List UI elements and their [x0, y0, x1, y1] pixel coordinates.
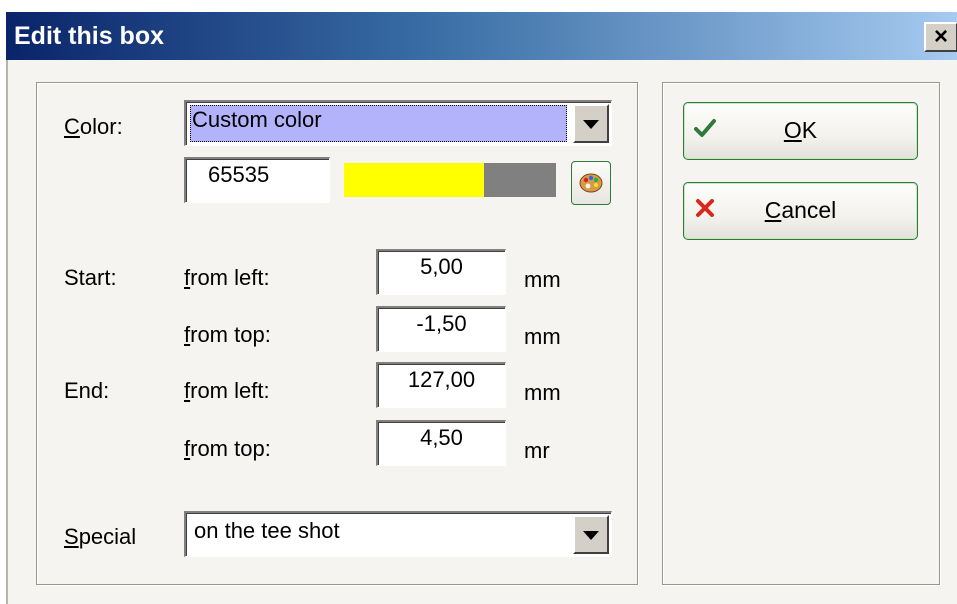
start-from-left-label: from left:: [184, 265, 270, 290]
special-dropdown-button[interactable]: [573, 515, 609, 554]
color-select[interactable]: Custom color: [184, 100, 612, 146]
start-from-top-label: from top:: [184, 322, 271, 347]
color-label: Color:: [64, 114, 123, 139]
cancel-button-label: Cancel: [764, 197, 837, 223]
end-from-left-label: from left:: [184, 378, 270, 403]
palette-icon: [579, 173, 603, 193]
color-swatch-fill: [344, 163, 484, 197]
start-label: Start:: [64, 265, 117, 290]
chevron-down-icon: [583, 119, 599, 129]
end-from-top-unit: mr: [524, 438, 550, 463]
color-swatch-rest: [483, 163, 556, 197]
title-bar: Edit this box ×: [6, 12, 957, 60]
ok-button[interactable]: OK: [683, 102, 918, 160]
start-from-left-unit: mm: [524, 267, 561, 292]
special-select[interactable]: on the tee shot: [184, 511, 612, 557]
end-from-left-unit: mm: [524, 380, 561, 405]
ok-button-label: OK: [783, 117, 818, 143]
start-from-top-unit: mm: [524, 324, 561, 349]
end-label: End:: [64, 378, 110, 403]
color-select-value: Custom color: [192, 107, 322, 132]
cancel-button[interactable]: Cancel: [683, 182, 918, 240]
chevron-down-icon: [583, 530, 599, 540]
end-from-top-input[interactable]: 4,50: [376, 420, 506, 466]
end-from-left-input[interactable]: 127,00: [376, 362, 506, 408]
start-from-left-input[interactable]: 5,00: [376, 249, 506, 295]
color-dropdown-button[interactable]: [573, 104, 609, 143]
color-swatch: [344, 163, 556, 197]
start-from-top-input[interactable]: -1,50: [376, 306, 506, 352]
special-select-value: on the tee shot: [194, 518, 340, 543]
end-from-top-label: from top:: [184, 436, 271, 461]
close-button[interactable]: ×: [924, 22, 957, 52]
palette-button[interactable]: [571, 161, 611, 205]
close-icon: ×: [933, 23, 948, 50]
window-title: Edit this box: [14, 22, 164, 50]
color-value-field[interactable]: 65535: [184, 157, 330, 203]
special-label: Special: [64, 524, 137, 549]
